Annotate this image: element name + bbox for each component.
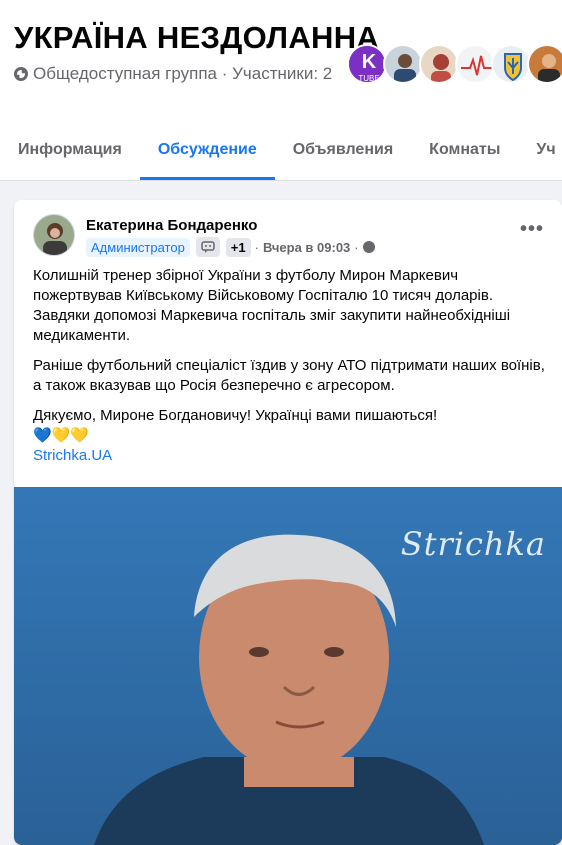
- emblem-avatar: [493, 46, 529, 82]
- post-time[interactable]: Вчера в 09:03: [263, 240, 350, 255]
- group-meta-text: Общедоступная группа · Участники: 2: [33, 64, 333, 83]
- member-photo: [385, 46, 421, 82]
- group-tabs: Информация Обсуждение Объявления Комнаты…: [0, 120, 562, 180]
- member-photo: [421, 46, 457, 82]
- more-options-icon[interactable]: •••: [520, 219, 544, 239]
- author-photo: [34, 215, 74, 255]
- author-name[interactable]: Екатерина Бондаренко: [86, 217, 257, 234]
- post-paragraph: Раніше футбольний спеціаліст їздив у зон…: [33, 357, 545, 394]
- svg-text:K: K: [362, 51, 377, 73]
- admin-badge[interactable]: Администратор: [86, 237, 190, 257]
- source-link[interactable]: Strichka.UA: [33, 446, 548, 466]
- post-body: Колишній тренер збірної України з футбол…: [33, 266, 548, 466]
- photo-watermark: Strichka: [400, 525, 546, 563]
- tab-announcements[interactable]: Объявления: [275, 120, 411, 180]
- member-avatar[interactable]: [383, 44, 423, 84]
- member-avatar[interactable]: K TUBE: [347, 44, 387, 84]
- member-avatar[interactable]: [419, 44, 459, 84]
- post-photo[interactable]: Strichka: [14, 487, 562, 845]
- tab-discussion[interactable]: Обсуждение: [139, 120, 275, 180]
- member-photo: [529, 46, 562, 82]
- member-avatars[interactable]: K TUBE: [347, 44, 562, 84]
- meta-sep: ·: [354, 239, 359, 255]
- member-avatar[interactable]: [527, 44, 562, 84]
- globe-icon: [14, 67, 28, 81]
- member-avatar[interactable]: [491, 44, 531, 84]
- conversation-starter-icon[interactable]: [195, 237, 220, 257]
- tab-info[interactable]: Информация: [0, 120, 140, 180]
- more-badges[interactable]: +1: [225, 237, 251, 257]
- heartbeat-avatar: [457, 46, 493, 82]
- post-paragraph: Колишній тренер збірної України з футбол…: [33, 267, 511, 344]
- tube-logo: K TUBE: [349, 46, 385, 83]
- heart-emoji-row: 💙💛💛: [33, 427, 90, 444]
- post-card: Екатерина Бондаренко Администратор +1 · …: [14, 200, 562, 845]
- post-meta: Администратор +1 · Вчера в 09:03 ·: [86, 237, 375, 257]
- group-header: УКРАЇНА НЕЗДОЛАННА Общедоступная группа …: [0, 0, 562, 181]
- author-avatar[interactable]: [33, 214, 75, 256]
- svg-text:TUBE: TUBE: [358, 74, 379, 83]
- post-paragraph: Дякуємо, Мироне Богдановичу! Українці ва…: [33, 407, 438, 424]
- meta-sep: ·: [254, 239, 259, 255]
- member-avatar[interactable]: [455, 44, 495, 84]
- tab-rooms[interactable]: Комнаты: [411, 120, 518, 180]
- group-meta: Общедоступная группа · Участники: 2: [14, 64, 332, 84]
- globe-icon: [362, 241, 375, 253]
- tab-members[interactable]: Уч: [518, 120, 562, 180]
- group-title: УКРАЇНА НЕЗДОЛАННА: [14, 20, 380, 55]
